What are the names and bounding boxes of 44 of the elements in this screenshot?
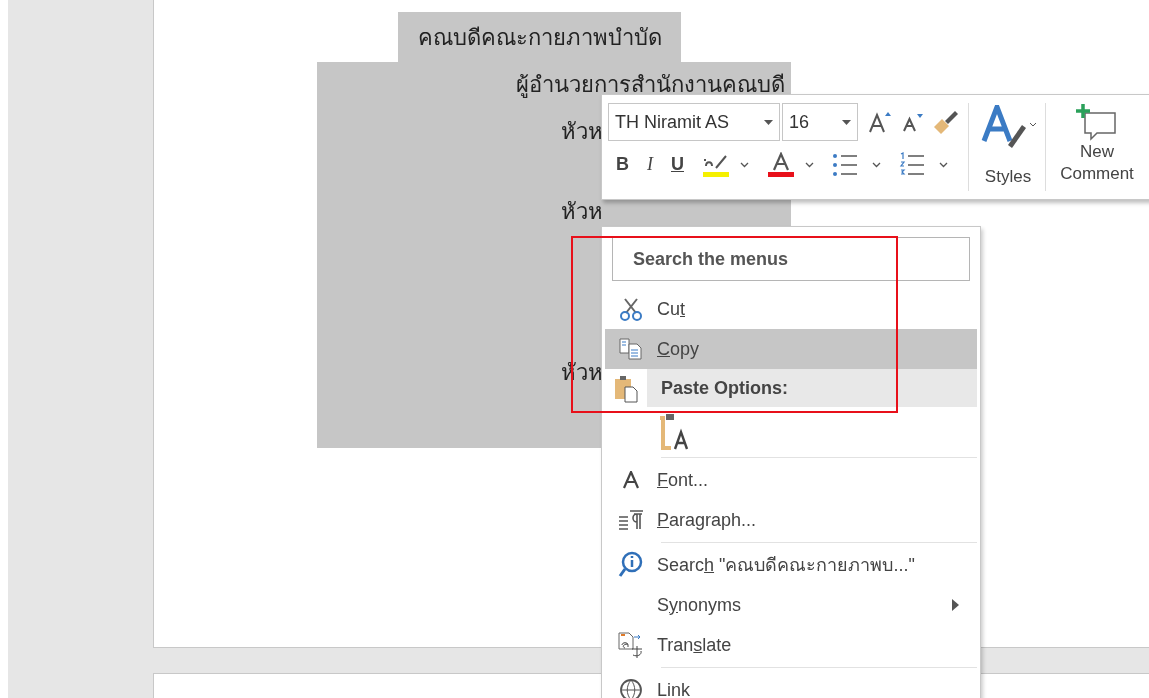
- dropdown-icon[interactable]: [842, 119, 851, 125]
- new-comment-button[interactable]: New Comment: [1052, 103, 1142, 191]
- bullets-icon[interactable]: [832, 152, 858, 177]
- font-color-icon[interactable]: [767, 151, 795, 178]
- menu-item[interactable]: Font...: [605, 460, 977, 500]
- shrink-font-icon[interactable]: [902, 111, 924, 133]
- new-comment-icon: [1075, 103, 1119, 141]
- smart-lookup-icon: [618, 551, 644, 579]
- menu-item[interactable]: Copy: [605, 329, 977, 369]
- keep-text-only-icon[interactable]: [657, 412, 691, 450]
- format-button[interactable]: I: [647, 151, 653, 178]
- document-line: หัวห: [561, 117, 603, 146]
- menu-item[interactable]: Translate: [605, 625, 977, 665]
- menu-item[interactable]: Synonyms: [605, 585, 977, 625]
- font-name-field[interactable]: TH Niramit AS: [608, 103, 780, 141]
- scissors-icon: [618, 296, 644, 322]
- dropdown-icon[interactable]: [764, 119, 773, 125]
- document-heading: คณบดีคณะกายภาพบำบัด: [417, 23, 662, 52]
- menu-item[interactable]: Link: [605, 670, 977, 698]
- format-painter-icon[interactable]: [932, 109, 960, 135]
- grow-font-icon[interactable]: [868, 110, 892, 134]
- paste-options-header: Paste Options:: [647, 369, 977, 407]
- caret-icon[interactable]: [872, 161, 881, 168]
- format-button[interactable]: B: [616, 151, 629, 178]
- globe-icon: [618, 677, 644, 698]
- caret-icon[interactable]: [740, 161, 749, 168]
- letter-a-icon: [622, 471, 640, 489]
- caret-icon[interactable]: [805, 161, 814, 168]
- menu-item[interactable]: Cut: [605, 289, 977, 329]
- caret-icon[interactable]: [939, 161, 948, 168]
- numbering-icon[interactable]: [899, 151, 925, 178]
- format-button[interactable]: U: [671, 151, 684, 178]
- paragraph-icon: [618, 509, 644, 531]
- search-menus-field[interactable]: Search the menus: [612, 237, 970, 281]
- document-line: ผู้อำนวยการสำนักงานคณบดี: [516, 70, 785, 100]
- styles-icon: [980, 105, 1036, 149]
- font-size-field[interactable]: 16: [782, 103, 858, 141]
- styles-button[interactable]: Styles: [977, 103, 1039, 191]
- document-line: หัวห: [561, 198, 603, 226]
- clipboard-icon: [613, 373, 639, 403]
- copy-icon: [618, 337, 644, 361]
- menu-item[interactable]: Paragraph...: [605, 500, 977, 540]
- translate-icon: [617, 631, 645, 659]
- menu-item[interactable]: Search "คณบดีคณะกายภาพบ...": [605, 545, 977, 585]
